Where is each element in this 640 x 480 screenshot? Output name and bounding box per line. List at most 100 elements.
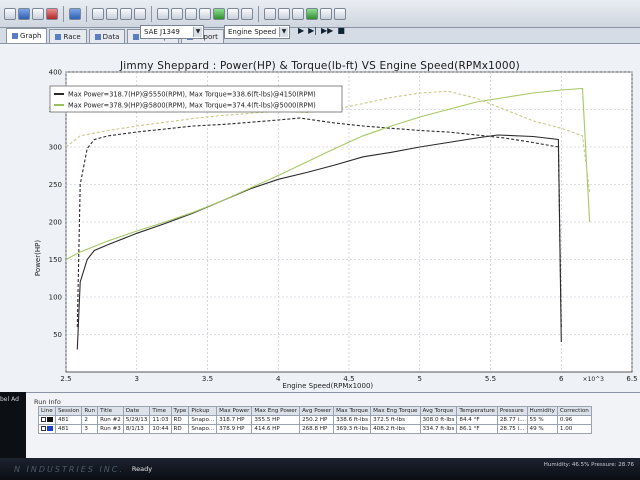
table-cell: 10:44 xyxy=(149,424,172,434)
funnel-icon[interactable] xyxy=(278,7,290,20)
column-header[interactable]: Correction xyxy=(556,406,592,416)
table-cell: Run #2 xyxy=(97,415,124,425)
table-cell: RD xyxy=(170,415,190,425)
zoom-icon[interactable] xyxy=(134,7,146,20)
column-header[interactable]: Max Torque xyxy=(333,406,372,416)
table-cell: 28.77 i... xyxy=(496,415,528,425)
save-icon[interactable] xyxy=(18,7,30,20)
x-axis-label: Engine Speed(RPMx1000) xyxy=(282,382,373,390)
table-cell: 8/1/13 xyxy=(122,424,151,434)
column-header[interactable]: Max Eng Torque xyxy=(370,406,421,416)
table-cell: 28.75 i... xyxy=(496,424,528,434)
overlay-icon[interactable] xyxy=(292,7,304,20)
table-cell: 369.3 ft-lbs xyxy=(333,424,372,434)
table-cell: 2 xyxy=(81,415,99,425)
table-cell: 481 xyxy=(54,415,83,425)
help-icon[interactable] xyxy=(334,7,346,20)
y-tick-label: 200 xyxy=(49,219,62,227)
record-icon[interactable] xyxy=(46,7,58,20)
wrench-icon[interactable] xyxy=(171,7,183,20)
y-tick-label: 50 xyxy=(53,331,62,339)
print-icon[interactable] xyxy=(32,7,44,20)
column-header[interactable]: Pickup xyxy=(188,406,218,416)
pin-icon[interactable] xyxy=(227,7,239,20)
xaxis-select[interactable]: Engine Speed ▼ xyxy=(224,25,290,39)
table-cell: 0.96 xyxy=(556,415,592,425)
table-cell: 1.00 xyxy=(556,424,592,434)
stop-icon[interactable]: ■ xyxy=(337,26,345,35)
graph-icon xyxy=(12,33,18,39)
column-header[interactable]: Humidity xyxy=(526,406,558,416)
tab-label: Data xyxy=(102,32,120,41)
tab-data[interactable]: Data xyxy=(88,29,126,43)
x-multiplier-label: ×10^3 xyxy=(582,376,604,383)
xaxis-select-value: Engine Speed xyxy=(228,28,277,36)
tab-label: Race xyxy=(63,32,81,41)
column-header[interactable]: Pressure xyxy=(496,406,528,416)
column-header[interactable]: Run xyxy=(81,406,99,416)
color-swatch xyxy=(47,426,53,431)
marker-tool-icon[interactable] xyxy=(120,7,132,20)
folder-icon[interactable] xyxy=(4,7,16,20)
line-cell[interactable] xyxy=(38,424,56,434)
status-text: Ready xyxy=(131,465,153,473)
grid-icon[interactable] xyxy=(213,7,225,20)
fast-forward-icon[interactable]: ▶▶ xyxy=(321,26,333,35)
step-forward-icon[interactable]: ▶| xyxy=(308,26,317,35)
toolbar-separator xyxy=(258,5,259,22)
toolbar-separator xyxy=(151,5,152,22)
x-tick-label: 3 xyxy=(135,375,139,383)
table-cell: 318.7 HP xyxy=(216,415,253,425)
bookmark-icon[interactable] xyxy=(241,7,253,20)
column-header[interactable]: Type xyxy=(170,406,190,416)
x-tick-label: 2.5 xyxy=(60,375,71,383)
table-header-row: Line Session Run Title Date Time Type Pickup Max… xyxy=(38,406,592,416)
table-icon[interactable] xyxy=(199,7,211,20)
check-icon[interactable] xyxy=(306,7,318,20)
legend-entry: Max Power=318.7(HP)@5550(RPM), Max Torqu… xyxy=(68,91,316,99)
sigma-icon[interactable] xyxy=(69,7,81,20)
column-header[interactable]: Date xyxy=(122,406,151,416)
window-icon[interactable] xyxy=(185,7,197,20)
line-tool-icon[interactable] xyxy=(92,7,104,20)
column-header[interactable]: Temperature xyxy=(456,406,498,416)
checkbox-icon[interactable] xyxy=(41,426,46,431)
tab-graph[interactable]: Graph xyxy=(6,28,48,43)
table-cell: RD xyxy=(170,424,190,434)
y-tick-label: 250 xyxy=(49,181,62,189)
column-header[interactable]: Max Power xyxy=(216,406,253,416)
dyno-chart[interactable]: 50100150200250300350400 2.533.544.555.56… xyxy=(0,44,640,392)
table-cell: 268.8 HP xyxy=(299,424,335,434)
column-header[interactable]: Avg Power xyxy=(299,406,335,416)
table-cell: 55 % xyxy=(526,415,558,425)
chart-legend: Max Power=318.7(HP)@5550(RPM), Max Torqu… xyxy=(49,85,343,113)
correction-select[interactable]: SAE J1349 ▼ xyxy=(140,25,204,39)
table-cell: 378.9 HP xyxy=(216,424,253,434)
main-toolbar xyxy=(0,0,640,28)
line-cell[interactable] xyxy=(38,415,56,425)
column-header[interactable]: Title xyxy=(97,406,124,416)
column-header[interactable]: Session xyxy=(54,406,83,416)
race-icon xyxy=(55,33,62,40)
column-header[interactable]: Avg Torque xyxy=(419,406,458,416)
filter-icon[interactable] xyxy=(264,7,276,20)
column-header[interactable]: Time xyxy=(149,406,172,416)
curve-tool-icon[interactable] xyxy=(106,7,118,20)
play-icon[interactable]: ▶ xyxy=(298,26,304,35)
table-cell: 408.2 ft-lbs xyxy=(370,424,421,434)
table-row[interactable]: 481 2 Run #2 5/29/13 11:03 RD Snapo... 318.7 HP… xyxy=(38,415,592,425)
table-cell: 11:03 xyxy=(149,415,172,425)
toolbar-separator xyxy=(86,5,87,22)
y-tick-label: 300 xyxy=(49,144,62,152)
gear-icon[interactable] xyxy=(157,7,169,20)
chevron-down-icon: ▼ xyxy=(193,27,202,37)
tab-race[interactable]: Race xyxy=(49,29,87,43)
column-header[interactable]: Line xyxy=(38,406,56,416)
column-header[interactable]: Max Eng Power xyxy=(251,406,301,416)
checkbox-icon[interactable] xyxy=(41,417,46,422)
table-cell: 334.7 ft-lbs xyxy=(419,424,458,434)
function-icon[interactable] xyxy=(320,7,332,20)
chevron-down-icon: ▼ xyxy=(279,27,288,37)
table-row[interactable]: 481 3 Run #3 8/1/13 10:44 RD Snapo... 378.9 HP 4… xyxy=(38,424,592,434)
table-cell: 84.4 °F xyxy=(456,415,498,425)
